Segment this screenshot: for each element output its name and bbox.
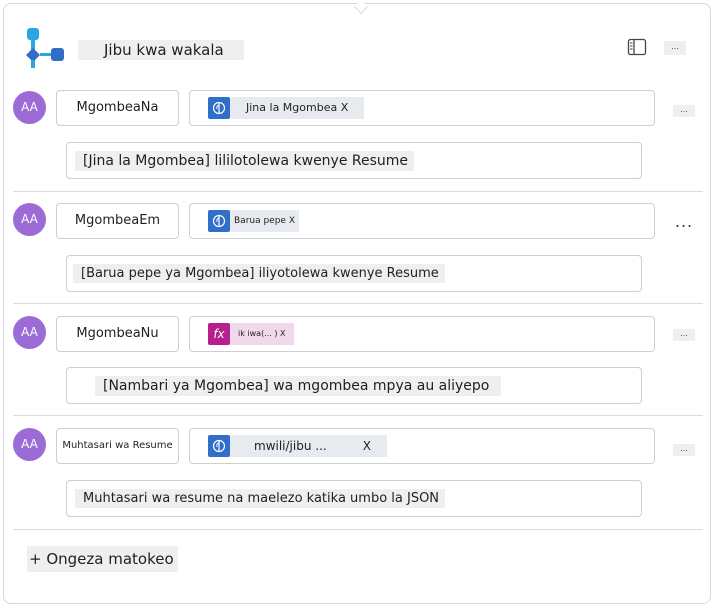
- output-name-field[interactable]: Muhtasari wa Resume: [56, 428, 179, 464]
- ai-brain-icon: [208, 97, 230, 119]
- row-more-button[interactable]: ...: [673, 105, 695, 117]
- output-type-field[interactable]: Jina la Mgombea X: [189, 90, 655, 126]
- output-description-field[interactable]: [Jina la Mgombea] lililotolewa kwenye Re…: [66, 142, 642, 179]
- add-output-button[interactable]: + Ongeza matokeo: [27, 546, 178, 572]
- more-options-button[interactable]: ...: [664, 41, 686, 55]
- row-divider: [13, 303, 703, 304]
- output-description-field[interactable]: [Barua pepe ya Mgombea] iliyotolewa kwen…: [66, 255, 642, 292]
- type-chip[interactable]: Jina la Mgombea X: [208, 97, 365, 119]
- description-text: [Jina la Mgombea] lililotolewa kwenye Re…: [75, 150, 415, 171]
- output-description-field[interactable]: [Nambari ya Mgombea] wa mgombea mpya au …: [66, 367, 642, 404]
- row-divider: [13, 415, 703, 416]
- type-remove-icon[interactable]: X: [350, 435, 387, 457]
- output-name-field[interactable]: MgombeaNa: [56, 90, 179, 126]
- fx-icon: fx: [208, 323, 230, 345]
- type-chip[interactable]: Barua pepe X: [208, 210, 299, 232]
- row-more-button[interactable]: ...: [673, 214, 695, 230]
- output-type-field[interactable]: mwili/jibu ... X: [189, 428, 655, 464]
- type-label: ik iwa(... ) X: [230, 323, 294, 345]
- avatar: AA: [13, 316, 46, 349]
- type-label: mwili/jibu ...: [230, 435, 351, 457]
- row-more-button[interactable]: ...: [673, 329, 695, 341]
- ai-brain-icon: [208, 435, 230, 457]
- agent-flow-icon: [26, 28, 64, 68]
- type-label: Jina la Mgombea X: [230, 97, 365, 119]
- row-more-button[interactable]: ...: [673, 444, 695, 456]
- type-label: Barua pepe X: [230, 210, 299, 232]
- output-name-field[interactable]: MgombeaNu: [56, 316, 179, 352]
- page-title: Jibu kwa wakala: [78, 40, 244, 60]
- side-panel-icon[interactable]: [627, 38, 647, 56]
- ai-brain-icon: [208, 210, 230, 232]
- card-notch: [353, 0, 369, 15]
- output-type-field[interactable]: Barua pepe X: [189, 203, 655, 239]
- output-name-field[interactable]: MgombeaEm: [56, 203, 179, 239]
- avatar: AA: [13, 203, 46, 236]
- type-chip[interactable]: mwili/jibu ... X: [208, 435, 387, 457]
- type-chip[interactable]: fx ik iwa(... ) X: [208, 323, 294, 345]
- avatar: AA: [13, 428, 46, 461]
- description-text: Muhtasari wa resume na maelezo katika um…: [75, 489, 446, 508]
- description-text: [Nambari ya Mgombea] wa mgombea mpya au …: [95, 375, 502, 396]
- description-text: [Barua pepe ya Mgombea] iliyotolewa kwen…: [73, 264, 445, 283]
- row-divider: [13, 529, 703, 530]
- row-divider: [13, 191, 703, 192]
- output-description-field[interactable]: Muhtasari wa resume na maelezo katika um…: [66, 480, 642, 517]
- avatar: AA: [13, 91, 46, 124]
- output-type-field[interactable]: fx ik iwa(... ) X: [189, 316, 655, 352]
